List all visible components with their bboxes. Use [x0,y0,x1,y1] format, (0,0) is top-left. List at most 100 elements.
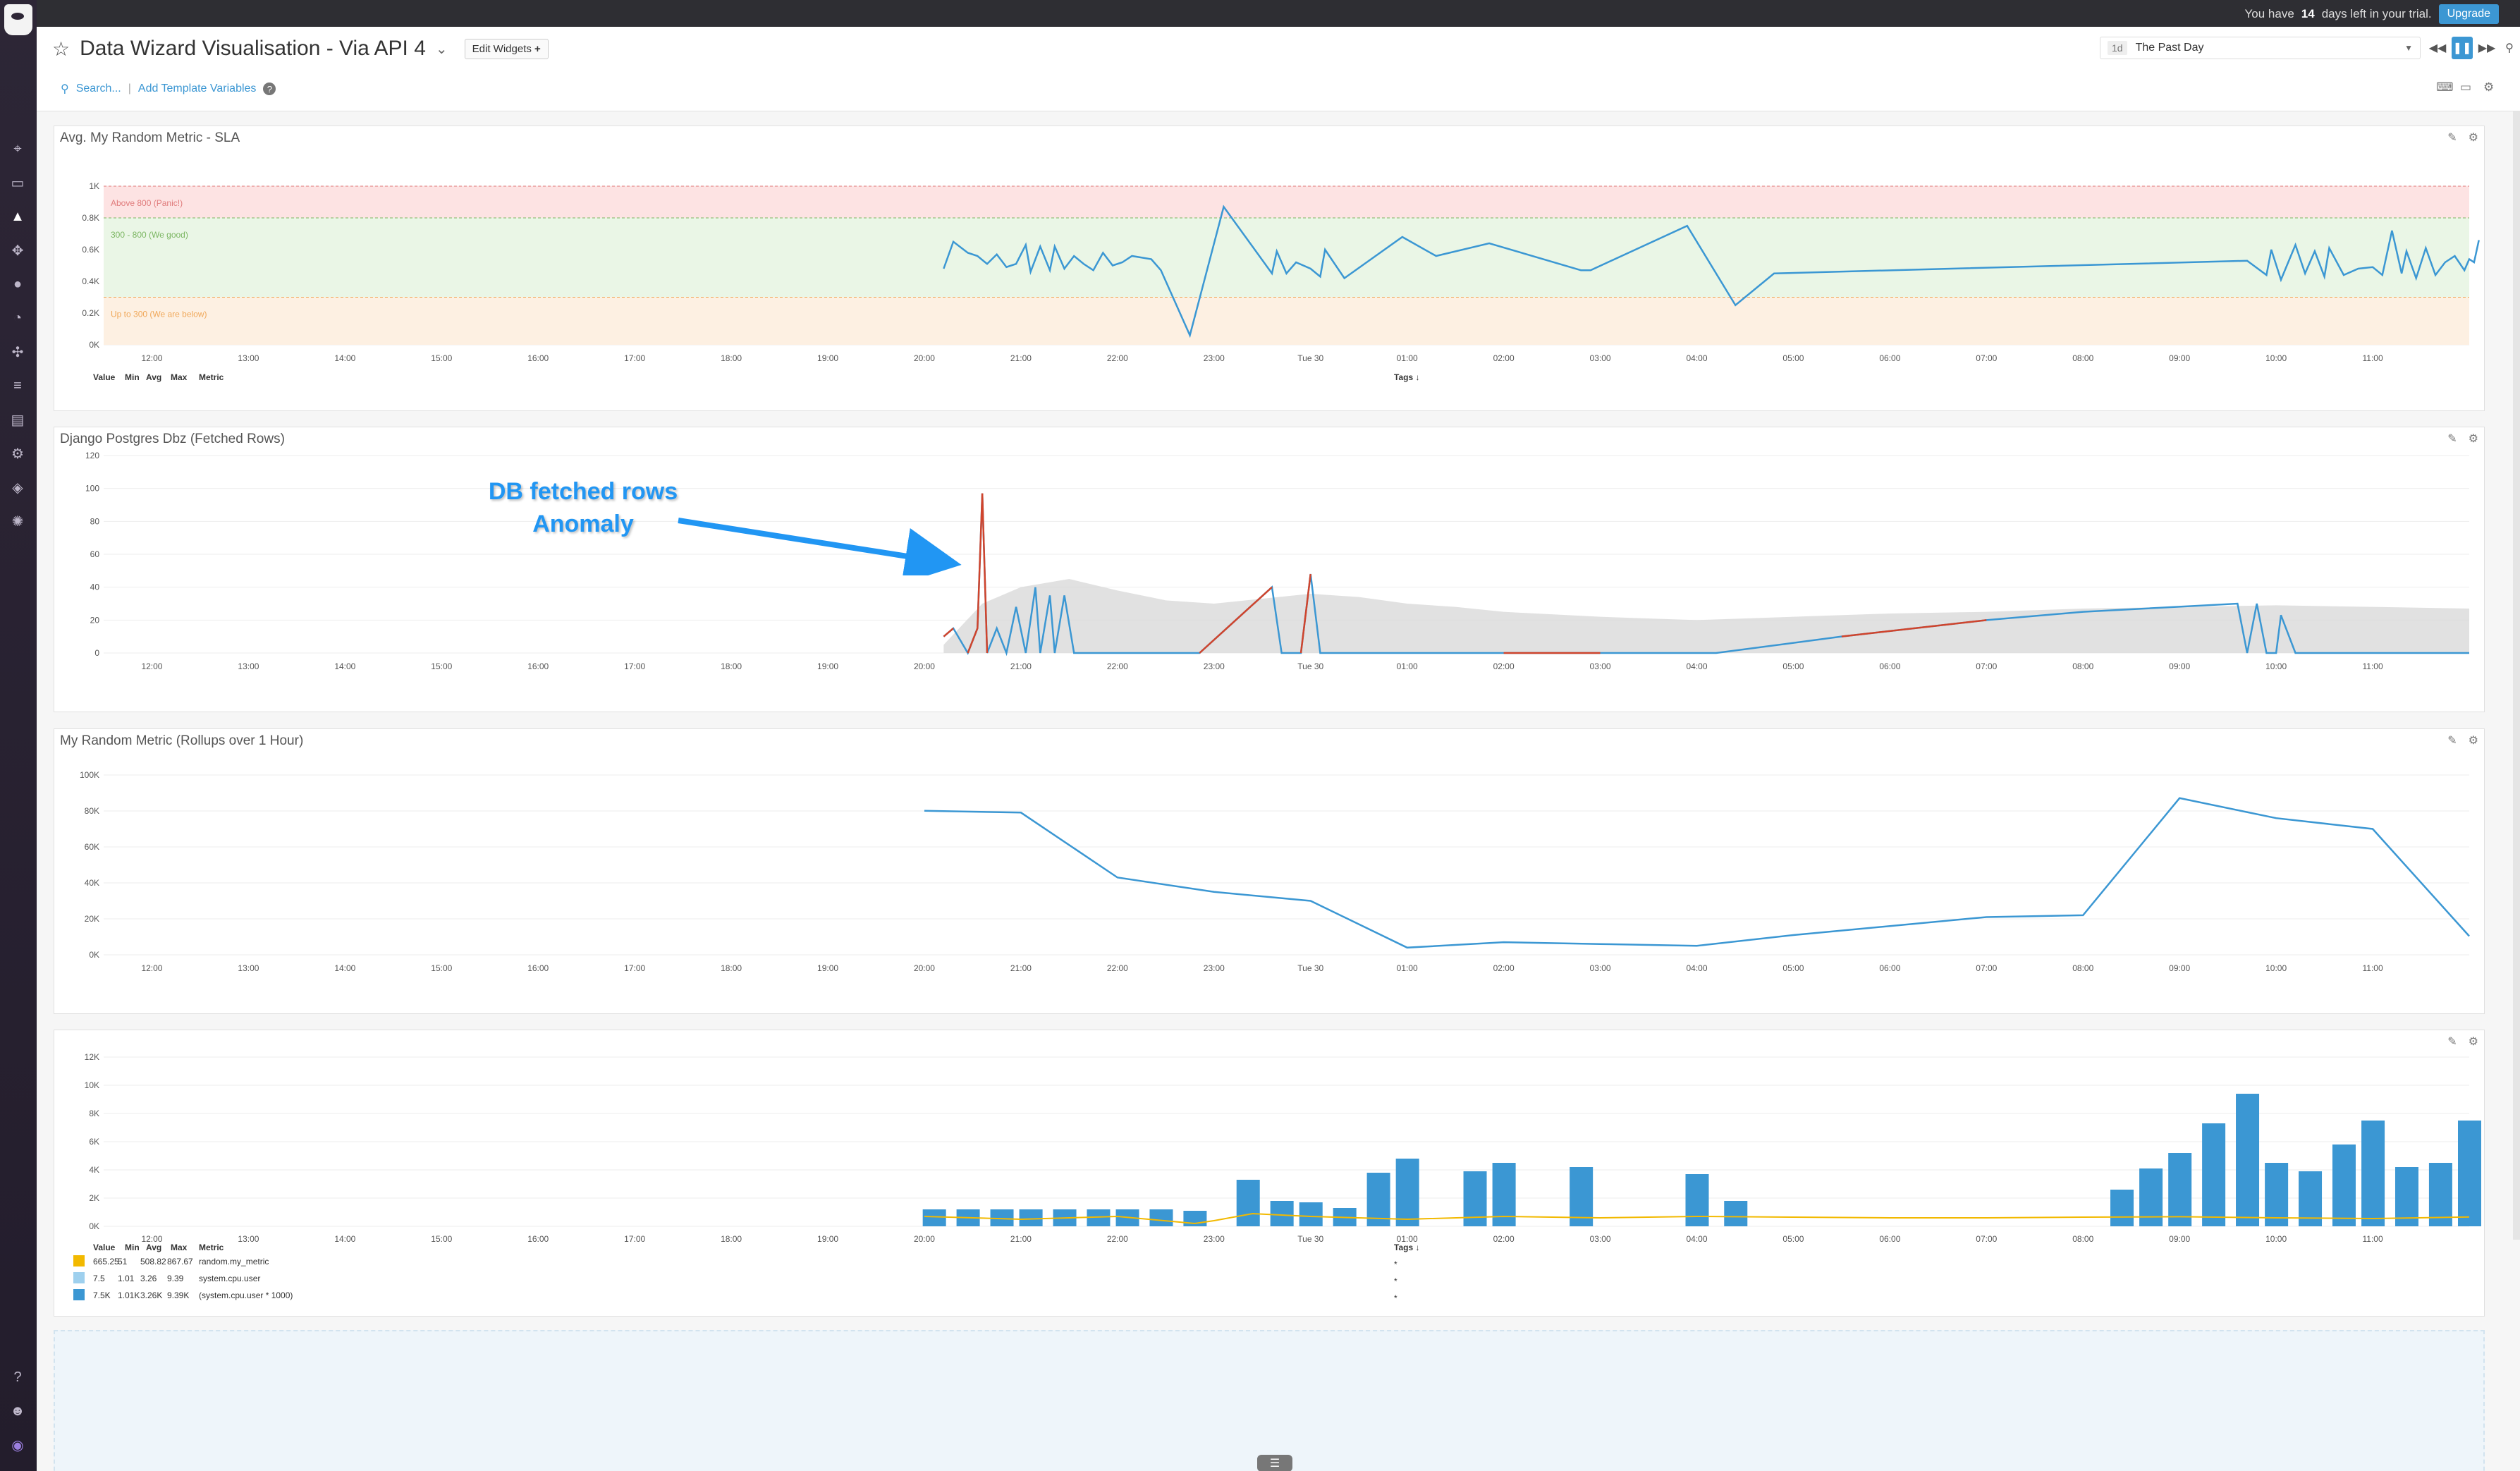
x-tick-label: 23:00 [1204,661,1225,671]
x-tick-label: 21:00 [1010,661,1032,671]
y-tick-label: 1K [89,181,99,191]
bar [2202,1123,2226,1226]
x-tick-label: 20:00 [914,963,935,973]
x-tick-label: 06:00 [1879,963,1900,973]
timeframe-badge: 1d [2108,41,2127,55]
y-tick-label: 6K [89,1137,99,1147]
x-tick-label: 04:00 [1686,661,1707,671]
bar [1724,1201,1748,1226]
legend-cell: 3.26 [140,1274,157,1283]
legend-cell: 1.01K [118,1290,140,1300]
add-template-variables-link[interactable]: Add Template Variables [138,83,257,95]
cpu-legend: Value Min Avg Max Metric Tags ↓ 665.2551 508.82… [73,1243,1419,1303]
x-tick-label: 23:00 [1204,963,1225,973]
x-tick-label: 12:00 [141,353,162,363]
x-tick-label: 19:00 [817,661,838,671]
search-icon[interactable]: ⚲ [61,82,69,96]
sla-band [104,218,2469,298]
gauge-icon[interactable]: ◔ [10,310,25,326]
y-tick-label: 0.8K [82,213,99,223]
legend-swatch [73,1272,85,1283]
user-avatar-icon[interactable]: ◉ [10,1437,25,1453]
legend-header: Metric [199,372,224,382]
x-tick-label: 12:00 [141,661,162,671]
y-tick-label: 20K [85,914,99,924]
upgrade-button[interactable]: Upgrade [2438,4,2499,24]
tv-mode-icon[interactable]: ▭ [2460,80,2471,94]
y-tick-label: 2K [89,1193,99,1203]
bar [922,1209,946,1226]
integrations-icon[interactable]: ⚙ [10,446,25,462]
legend-cell: 1.01 [118,1274,135,1283]
search-icon[interactable]: ⚲ [2499,37,2520,59]
anomaly-annotation: DB fetched rows Anomaly [470,475,696,540]
annotation-line2: Anomaly [532,511,634,537]
y-tick-label: 0.4K [82,276,99,286]
y-tick-label: 60K [85,842,99,852]
legend-tag: * [1394,1276,1397,1286]
anomaly-segment [943,628,954,637]
help-icon[interactable]: ? [10,1369,25,1385]
legend-swatch [73,1289,85,1300]
keyboard-icon[interactable]: ⌨ [2436,80,2454,94]
y-tick-label: 0 [94,648,99,658]
legend-header: Value [93,1243,116,1252]
notebook-icon[interactable]: ▤ [10,412,25,428]
settings-gear-icon[interactable]: ⚙ [2483,80,2494,94]
y-tick-label: 100K [80,770,99,780]
x-tick-label: 20:00 [914,353,935,363]
x-tick-label: 22:00 [1107,963,1128,973]
x-tick-label: 03:00 [1590,661,1611,671]
annotation-arrow [678,518,962,575]
edit-widgets-label: Edit Widgets [472,42,532,55]
legend-tag: * [1394,1259,1397,1269]
y-tick-label: 40 [90,582,100,592]
security-icon[interactable]: ◈ [10,480,25,496]
bar [1299,1202,1323,1226]
x-tick-label: 04:00 [1686,963,1707,973]
y-tick-label: 80K [85,806,99,816]
bar [2458,1121,2481,1226]
x-tick-label: 17:00 [624,661,645,671]
datadog-logo-icon[interactable] [4,4,32,35]
logs-icon[interactable]: ≡ [10,378,25,393]
x-tick-label: 17:00 [624,963,645,973]
binoculars-icon[interactable]: ⌖ [10,141,25,157]
scrollbar[interactable] [2513,111,2520,1240]
bar [1685,1174,1709,1226]
y-tick-label: 60 [90,549,100,559]
monitor-icon[interactable]: ▭ [10,175,25,191]
puzzle-icon[interactable]: ✥ [10,243,25,259]
apm-icon[interactable]: ✣ [10,344,25,360]
legend-header: Metric [199,1243,224,1252]
favorite-star-icon[interactable]: ☆ [52,37,70,61]
add-widget-drop-zone[interactable] [54,1330,2485,1471]
x-tick-label: 15:00 [431,963,452,973]
bar [1019,1209,1043,1226]
pause-button[interactable]: ❚❚ [2452,37,2473,59]
search-input[interactable]: Search... [76,83,121,95]
x-tick-label: 02:00 [1493,353,1515,363]
bug-icon[interactable]: ✺ [10,513,25,530]
bar [2110,1190,2134,1226]
legend-cell: 9.39K [167,1290,189,1300]
chevron-down-icon[interactable]: ⌄ [436,40,448,58]
team-icon[interactable]: ☻ [10,1403,25,1419]
x-tick-label: 19:00 [817,963,838,973]
x-tick-label: 01:00 [1397,963,1418,973]
rewind-icon[interactable]: ◀◀ [2427,37,2448,59]
bar [1149,1209,1173,1226]
timeframe-select[interactable]: 1d The Past Day ▼ [2100,37,2421,59]
legend-header: Min [125,1243,140,1252]
legend-cell: 665.25 [93,1257,119,1266]
help-circle-icon[interactable]: ? [263,83,276,95]
widget-tray-handle-icon[interactable]: ☰ [1257,1455,1292,1471]
x-tick-label: 02:00 [1493,661,1515,671]
legend-header: Min [125,372,140,382]
alert-icon[interactable]: ● [10,276,25,292]
fast-forward-icon[interactable]: ▶▶ [2476,37,2497,59]
x-tick-label: 13:00 [238,353,259,363]
chart-icon[interactable]: ▲ [10,209,25,224]
edit-widgets-button[interactable]: Edit Widgets + [464,38,549,59]
bar [2168,1153,2192,1226]
